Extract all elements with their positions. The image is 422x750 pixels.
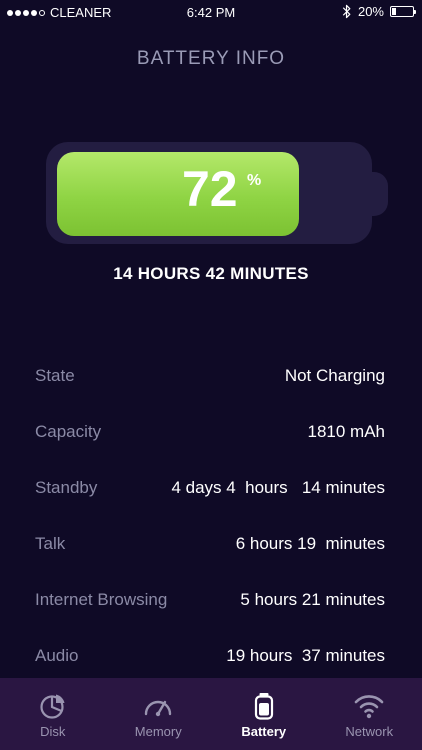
tab-label: Memory <box>134 724 182 739</box>
disk-icon <box>40 694 65 719</box>
info-label: Capacity <box>35 422 102 441</box>
tab-battery[interactable]: Battery <box>211 678 317 750</box>
info-value: 1810 mAh <box>307 422 386 441</box>
tab-memory[interactable]: Memory <box>106 678 212 750</box>
info-value: 6 hours 19 minutes <box>235 534 385 553</box>
tab-network[interactable]: Network <box>317 678 422 750</box>
info-label: State <box>35 366 75 385</box>
battery-icon <box>254 693 273 720</box>
page-title: BATTERY INFO <box>136 48 286 69</box>
battery-info-screen: CLEANER 6:42 PM 20% BATTERY INFO 72 % 14… <box>0 0 422 750</box>
info-value: 5 hours 21 minutes <box>240 590 385 609</box>
info-row-state: State Not Charging <box>35 348 385 404</box>
info-label: Audio <box>35 646 79 665</box>
tab-bar: Disk Memory Battery Network <box>0 678 422 750</box>
bluetooth-icon <box>342 4 351 19</box>
battery-remaining-time: 14 HOURS 42 MINUTES <box>113 264 309 283</box>
tab-disk[interactable]: Disk <box>0 678 106 750</box>
info-value: 19 hours 37 minutes <box>226 646 385 665</box>
wifi-icon <box>354 695 384 719</box>
status-battery-percent: 20% <box>357 4 384 19</box>
info-row-internet-browsing: Internet Browsing 5 hours 21 minutes <box>35 572 385 628</box>
battery-info-list: State Not Charging Capacity 1810 mAh Sta… <box>35 348 385 684</box>
info-row-capacity: Capacity 1810 mAh <box>35 404 385 460</box>
info-row-standby: Standby 4 days 4 hours 14 minutes <box>35 460 385 516</box>
battery-gauge-cap <box>370 172 388 216</box>
info-label: Internet Browsing <box>35 590 168 609</box>
info-row-talk: Talk 6 hours 19 minutes <box>35 516 385 572</box>
status-bar: CLEANER 6:42 PM 20% <box>0 0 422 26</box>
battery-gauge-fill <box>57 152 299 236</box>
speedometer-icon <box>145 700 172 717</box>
info-row-audio: Audio 19 hours 37 minutes <box>35 628 385 684</box>
status-right: 20% <box>342 4 416 19</box>
info-value: Not Charging <box>284 366 385 385</box>
tab-label: Disk <box>40 724 66 739</box>
tab-label: Network <box>345 724 394 739</box>
battery-level-value: 72 <box>182 161 238 217</box>
info-label: Standby <box>35 478 98 497</box>
status-battery-icon <box>390 6 416 17</box>
battery-level-unit: % <box>247 172 262 189</box>
info-label: Talk <box>35 534 66 553</box>
tab-label: Battery <box>241 724 287 739</box>
info-value: 4 days 4 hours 14 minutes <box>171 478 385 497</box>
